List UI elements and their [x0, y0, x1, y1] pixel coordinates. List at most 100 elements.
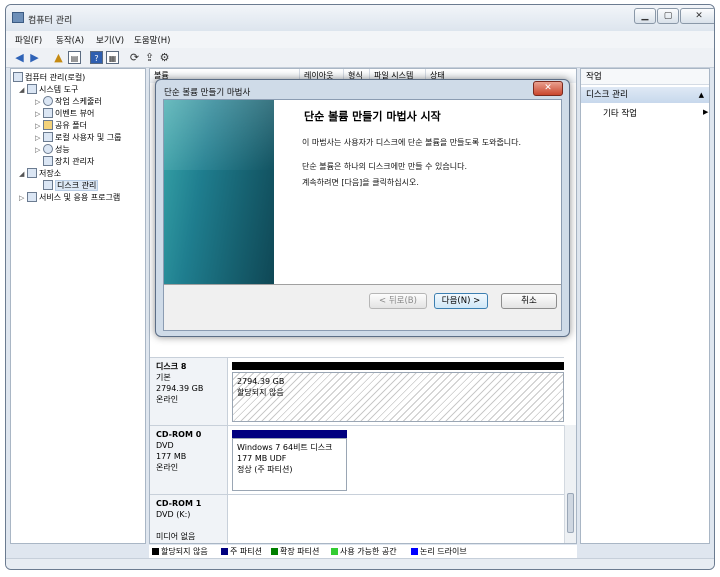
expand-arrow-icon[interactable]: ▷ [35, 96, 43, 108]
navigation-tree: 컴퓨터 관리(로컬) ◢ 시스템 도구 ▷ 작업 스케줄러 ▷ 이벤트 뷰어 ▷ 공유 … [10, 68, 146, 544]
legend: 할당되지 않음 주 파티션 확장 파티션 사용 가능한 공간 논리 드라이브 [149, 545, 577, 559]
help-icon[interactable]: ? [90, 51, 103, 64]
submenu-arrow-icon: ▶ [703, 108, 709, 116]
up-icon[interactable]: ▲ [52, 51, 65, 64]
legend-swatch [271, 548, 278, 555]
tree-item-storage[interactable]: ◢ 저장소 [19, 168, 61, 180]
cancel-button[interactable]: 취소 [501, 293, 557, 309]
expand-arrow-icon[interactable]: ▷ [35, 108, 43, 120]
device-manager-icon [43, 156, 53, 166]
shared-folder-icon [43, 120, 53, 130]
back-icon[interactable]: ◀ [13, 51, 26, 64]
tree-item-system-tools[interactable]: ◢ 시스템 도구 [19, 84, 78, 96]
legend-item: 주 파티션 [221, 545, 262, 559]
partition-status: 정상 (주 파티션) [237, 465, 293, 474]
tree-item-disk-management[interactable]: 디스크 관리 [35, 180, 99, 192]
tree-item-event-viewer[interactable]: ▷ 이벤트 뷰어 [35, 108, 94, 120]
window-title: 컴퓨터 관리 [28, 16, 73, 26]
legend-item: 확장 파티션 [271, 545, 319, 559]
action-more-actions[interactable]: 기타 작업 ▶ [603, 107, 708, 119]
computer-icon [13, 72, 23, 82]
dialog-title: 단순 볼륨 만들기 마법사 [164, 88, 251, 98]
disk-row-cdrom0[interactable]: CD-ROM 0 DVD 177 MB 온라인 Windows 7 64비트 디… [150, 425, 564, 494]
disk-row-disk8[interactable]: 디스크 8 기본 2794.39 GB 온라인 2794.39 GB 할당되지 … [150, 357, 564, 425]
computer-management-icon [12, 12, 24, 23]
scheduler-icon [43, 96, 53, 106]
unallocated-partition[interactable]: 2794.39 GB 할당되지 않음 [232, 372, 564, 422]
wizard-intro-text: 이 마법사는 사용자가 디스크에 단순 볼륨을 만들도록 도와줍니다. [302, 138, 522, 147]
disk-type: 기본 [156, 373, 171, 382]
legend-item: 논리 드라이브 [411, 545, 467, 559]
disk-type: DVD [156, 441, 174, 450]
menu-file[interactable]: 파일(F) [15, 34, 42, 46]
menu-help[interactable]: 도움말(H) [134, 34, 170, 46]
disk-name: CD-ROM 1 [156, 499, 202, 508]
wizard-banner-image [164, 100, 274, 284]
disk-type: DVD (K:) [156, 510, 191, 519]
expand-arrow-icon[interactable]: ▷ [19, 192, 27, 204]
next-button[interactable]: 다음(N) > [434, 293, 488, 309]
title-bar[interactable]: 컴퓨터 관리 ▁ ▢ ✕ [6, 5, 714, 31]
show-hide-tree-icon[interactable]: ▤ [68, 51, 81, 64]
tools-icon [27, 84, 37, 94]
collapse-arrow-icon[interactable]: ▲ [699, 87, 704, 103]
disk-management-icon [43, 180, 53, 190]
services-icon [27, 192, 37, 202]
disk-info[interactable]: CD-ROM 1 DVD (K:) 미디어 없음 [150, 495, 228, 543]
tree-item-local-users-groups[interactable]: ▷ 로컬 사용자 및 그룹 [35, 132, 122, 144]
minimize-button[interactable]: ▁ [634, 8, 656, 24]
users-icon [43, 132, 53, 142]
tree-item-computer-management[interactable]: 컴퓨터 관리(로컬) [13, 72, 85, 84]
menu-bar: 파일(F) 동작(A) 보기(V) 도움말(H) [6, 31, 714, 48]
tree-item-services-applications[interactable]: ▷ 서비스 및 응용 프로그램 [19, 192, 120, 204]
disk-size: 2794.39 GB [156, 384, 204, 393]
expand-arrow-icon[interactable]: ▷ [35, 132, 43, 144]
tree-item-performance[interactable]: ▷ 성능 [35, 144, 70, 156]
primary-partition[interactable]: Windows 7 64비트 디스크 177 MB UDF 정상 (주 파티션) [232, 438, 347, 491]
legend-swatch [221, 548, 228, 555]
tree-item-task-scheduler[interactable]: ▷ 작업 스케줄러 [35, 96, 102, 108]
export-icon[interactable]: ⇪ [143, 51, 156, 64]
event-viewer-icon [43, 108, 53, 118]
back-button[interactable]: < 뒤로(B) [369, 293, 427, 309]
status-bar [6, 558, 714, 569]
partition-size: 177 MB UDF [237, 454, 287, 463]
dialog-separator [164, 284, 561, 285]
disk-info[interactable]: 디스크 8 기본 2794.39 GB 온라인 [150, 358, 228, 425]
vertical-scrollbar[interactable] [564, 425, 576, 543]
unallocated-bar [232, 362, 564, 370]
properties-icon[interactable]: ▦ [106, 51, 119, 64]
disk-size: 177 MB [156, 452, 187, 461]
disk-state: 미디어 없음 [156, 532, 196, 541]
collapse-arrow-icon[interactable]: ◢ [19, 168, 27, 180]
expand-arrow-icon[interactable]: ▷ [35, 120, 43, 132]
legend-item: 할당되지 않음 [152, 545, 208, 559]
expand-arrow-icon[interactable]: ▷ [35, 144, 43, 156]
scrollbar-thumb[interactable] [567, 493, 574, 533]
storage-icon [27, 168, 37, 178]
wizard-heading: 단순 볼륨 만들기 마법사 시작 [304, 110, 441, 123]
disk-info[interactable]: CD-ROM 0 DVD 177 MB 온라인 [150, 426, 228, 494]
menu-action[interactable]: 동작(A) [56, 34, 84, 46]
tree-item-device-manager[interactable]: 장치 관리자 [35, 156, 94, 168]
collapse-arrow-icon[interactable]: ◢ [19, 84, 27, 96]
simple-volume-wizard-dialog: 단순 볼륨 만들기 마법사 ✕ 단순 볼륨 만들기 마법사 시작 이 마법사는 … [155, 79, 570, 337]
refresh-icon[interactable]: ⟳ [128, 51, 141, 64]
legend-swatch [411, 548, 418, 555]
wizard-continue-text: 계속하려면 [다음]을 클릭하십시오. [302, 178, 419, 187]
partition-title: Windows 7 64비트 디스크 [237, 443, 333, 452]
disk-name: CD-ROM 0 [156, 430, 202, 439]
menu-view[interactable]: 보기(V) [96, 34, 124, 46]
dialog-close-button[interactable]: ✕ [533, 81, 563, 96]
close-button[interactable]: ✕ [680, 8, 714, 24]
settings-icon[interactable]: ⚙ [158, 51, 171, 64]
tree-item-shared-folders[interactable]: ▷ 공유 폴더 [35, 120, 87, 132]
forward-icon[interactable]: ▶ [28, 51, 41, 64]
actions-header: 작업 [581, 69, 709, 85]
actions-pane: 작업 디스크 관리 ▲ 기타 작업 ▶ [580, 68, 710, 544]
disk-row-cdrom1[interactable]: CD-ROM 1 DVD (K:) 미디어 없음 [150, 494, 564, 543]
legend-swatch [331, 548, 338, 555]
actions-section-disk-management[interactable]: 디스크 관리 ▲ [581, 87, 709, 103]
maximize-button[interactable]: ▢ [657, 8, 679, 24]
legend-item: 사용 가능한 공간 [331, 545, 397, 559]
